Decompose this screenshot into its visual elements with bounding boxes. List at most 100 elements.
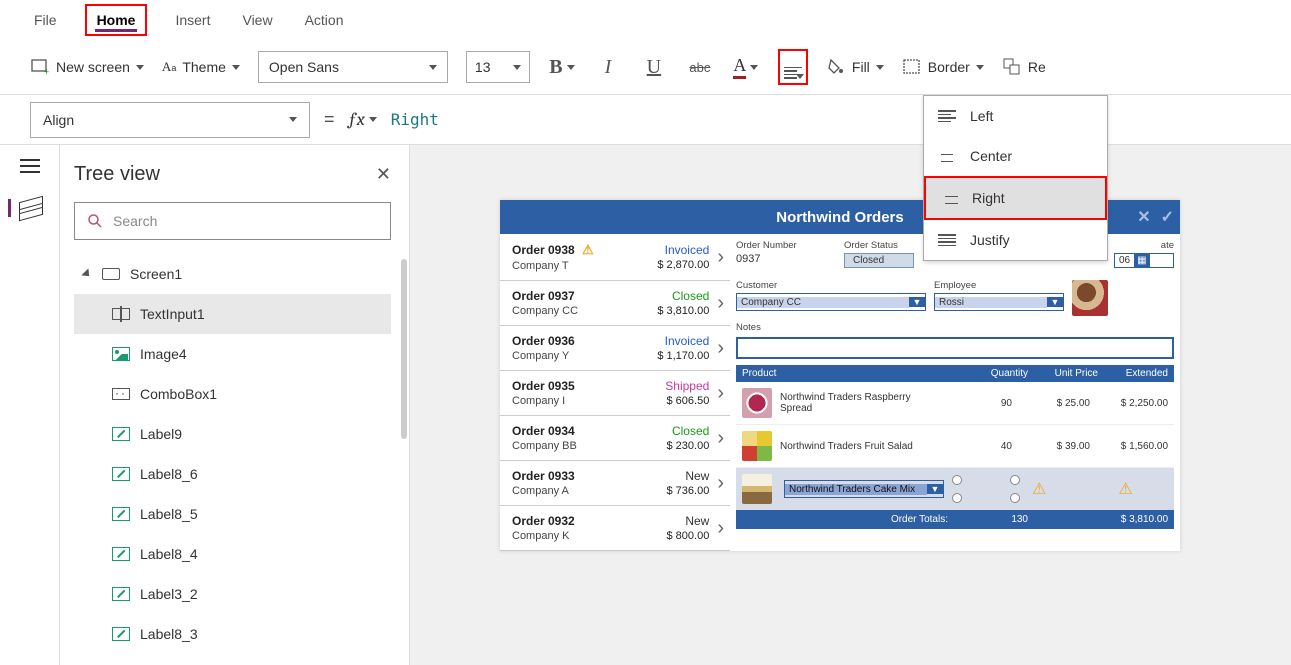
tree-item-combobox1[interactable]: ComboBox1 (74, 374, 391, 414)
align-left-option[interactable]: Left (924, 96, 1107, 136)
tree-item-label: Label8_6 (140, 466, 198, 482)
order-price: $ 736.00 (667, 485, 710, 497)
order-id: Order 0937 (512, 289, 657, 303)
order-row[interactable]: Order 0933Company ANew$ 736.00› (500, 461, 730, 506)
align-button[interactable] (778, 49, 808, 85)
employee-dropdown[interactable]: Rossi▼ (934, 293, 1064, 311)
theme-button[interactable]: Aa Theme (162, 59, 240, 75)
order-row[interactable]: Order 0934Company BBClosed$ 230.00› (500, 416, 730, 461)
bold-button[interactable]: B (548, 53, 576, 81)
fill-icon (826, 57, 846, 77)
chevron-down-icon (136, 65, 144, 70)
font-color-button[interactable]: A (732, 53, 760, 81)
selection-handles[interactable] (956, 479, 1016, 499)
employee-value: Rossi (935, 297, 1047, 308)
reorder-icon (1002, 57, 1022, 77)
order-row[interactable]: Order 0937Company CCClosed$ 3,810.00› (500, 281, 730, 326)
canvas[interactable]: Northwind Orders ✕ ✓ Order 0938 ⚠Company… (410, 145, 1291, 665)
tree-item-label: Label8_5 (140, 506, 198, 522)
chevron-down-icon (429, 65, 437, 70)
order-row[interactable]: Order 0938 ⚠Company TInvoiced$ 2,870.00› (500, 234, 730, 281)
equals-sign: = (324, 109, 335, 130)
order-row[interactable]: Order 0935Company IShipped$ 606.50› (500, 371, 730, 416)
tree-item-label9[interactable]: Label9 (74, 414, 391, 454)
bold-icon: B (549, 56, 562, 79)
align-center-option[interactable]: Center (924, 136, 1107, 176)
product-row[interactable]: Northwind Traders Fruit Salad40$ 39.00$ … (736, 425, 1174, 468)
order-date-picker[interactable]: 06▦ (1114, 253, 1174, 268)
menu-file[interactable]: File (30, 8, 61, 32)
notes-input[interactable] (736, 337, 1174, 359)
order-date-value: 06 (1115, 254, 1134, 267)
new-product-dropdown[interactable]: Northwind Traders Cake Mix▼ (784, 480, 944, 498)
order-status: Invoiced (657, 334, 709, 348)
font-value: Open Sans (269, 59, 339, 75)
fx-label[interactable]: ƒx (349, 109, 377, 130)
formula-input[interactable]: Right (391, 110, 439, 129)
search-icon (87, 213, 103, 229)
align-center-label: Center (970, 148, 1012, 164)
tree-item-label8-4[interactable]: Label8_4 (74, 534, 391, 574)
chevron-right-icon: › (717, 246, 724, 269)
chevron-down-icon: ▼ (1047, 297, 1063, 307)
underline-button[interactable]: U (640, 53, 668, 81)
menu-bar: File Home Insert View Action (0, 0, 1291, 40)
product-name: Northwind Traders Raspberry Spread (780, 392, 944, 414)
menu-view[interactable]: View (238, 8, 276, 32)
menu-insert[interactable]: Insert (171, 8, 214, 32)
tree-item-image4[interactable]: Image4 (74, 334, 391, 374)
employee-avatar (1072, 280, 1108, 316)
italic-button[interactable]: I (594, 53, 622, 81)
hamburger-icon[interactable] (20, 159, 40, 173)
align-right-option[interactable]: Right (924, 176, 1107, 220)
tree-view-rail-button[interactable] (8, 199, 41, 217)
align-right-icon (940, 192, 958, 204)
expand-icon[interactable] (81, 268, 92, 279)
tree-screen-item[interactable]: Screen1 (74, 254, 391, 294)
confirm-icon[interactable]: ✓ (1161, 207, 1174, 227)
border-button[interactable]: Border (902, 57, 984, 77)
label-icon (112, 427, 130, 441)
property-select[interactable]: Align (30, 102, 310, 138)
cancel-icon[interactable]: ✕ (1137, 207, 1150, 227)
reorder-button[interactable]: Re (1002, 57, 1046, 77)
product-unit-price: $ 39.00 (1020, 441, 1090, 452)
field-label: Customer (736, 280, 926, 291)
tree-search-input[interactable]: Search (74, 202, 391, 240)
tree-item-label3-2[interactable]: Label3_2 (74, 574, 391, 614)
order-status: Invoiced (657, 243, 709, 257)
fill-button[interactable]: Fill (826, 57, 884, 77)
close-icon[interactable]: ✕ (376, 164, 391, 185)
order-row[interactable]: Order 0936Company YInvoiced$ 1,170.00› (500, 326, 730, 371)
products-header: Product Quantity Unit Price Extended (736, 365, 1174, 382)
col-product: Product (742, 368, 968, 379)
search-placeholder: Search (113, 213, 157, 229)
order-id: Order 0934 (512, 424, 667, 438)
tree-item-label8-5[interactable]: Label8_5 (74, 494, 391, 534)
customer-dropdown[interactable]: Company CC▼ (736, 293, 926, 311)
detail-pane: Order Number 0937 Order Status Closed at… (730, 234, 1180, 551)
order-id: Order 0933 (512, 469, 667, 483)
menu-home[interactable]: Home (85, 4, 148, 36)
warning-icon: ⚠ (1032, 479, 1046, 499)
scrollbar[interactable] (401, 259, 407, 439)
new-screen-button[interactable]: + New screen (30, 57, 144, 77)
tree-item-label8-3[interactable]: Label8_3 (74, 614, 391, 654)
font-select[interactable]: Open Sans (258, 51, 448, 83)
align-justify-icon (938, 234, 956, 246)
product-row[interactable]: Northwind Traders Raspberry Spread90$ 25… (736, 382, 1174, 425)
chevron-down-icon (976, 65, 984, 70)
customer-value: Company CC (737, 297, 909, 308)
tree-item-label8-6[interactable]: Label8_6 (74, 454, 391, 494)
totals-ext: $ 3,810.00 (1098, 514, 1168, 525)
align-justify-option[interactable]: Justify (924, 220, 1107, 260)
chevron-right-icon: › (717, 292, 724, 315)
label-icon (112, 627, 130, 641)
menu-action[interactable]: Action (301, 8, 348, 32)
tree-item-textinput1[interactable]: TextInput1 (74, 294, 391, 334)
font-size-select[interactable]: 13 (466, 51, 530, 83)
svg-text:+: + (44, 67, 49, 77)
order-row[interactable]: Order 0932Company KNew$ 800.00› (500, 506, 730, 551)
strikethrough-button[interactable]: abc (686, 53, 714, 81)
product-extended: $ 1,560.00 (1098, 441, 1168, 452)
